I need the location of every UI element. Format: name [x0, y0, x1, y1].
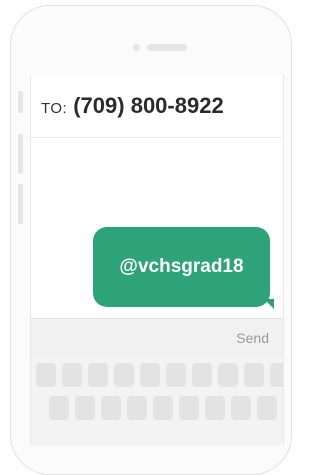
key[interactable] — [270, 363, 283, 387]
recipient-number[interactable]: (709) 800-8922 — [73, 93, 223, 119]
key[interactable] — [218, 363, 238, 387]
key[interactable] — [75, 396, 95, 420]
keyboard — [31, 356, 283, 445]
key[interactable] — [205, 396, 225, 420]
key[interactable] — [49, 396, 69, 420]
key[interactable] — [127, 396, 147, 420]
message-text: @vchsgrad18 — [119, 256, 244, 277]
key[interactable] — [36, 363, 56, 387]
key[interactable] — [179, 396, 199, 420]
key[interactable] — [140, 363, 160, 387]
key[interactable] — [257, 396, 277, 420]
bubble-tail — [264, 299, 274, 309]
volume-up-button — [18, 134, 23, 174]
key[interactable] — [192, 363, 212, 387]
recipient-bar[interactable]: TO: (709) 800-8922 — [31, 75, 283, 138]
keyboard-row-1 — [36, 363, 283, 387]
key[interactable] — [166, 363, 186, 387]
key[interactable] — [114, 363, 134, 387]
mute-switch — [18, 91, 23, 113]
to-label: TO: — [41, 99, 68, 117]
send-button[interactable]: Send — [236, 330, 269, 346]
message-screen: TO: (709) 800-8922 @vchsgrad18 Send — [30, 75, 284, 445]
key[interactable] — [153, 396, 173, 420]
compose-bar: Send — [31, 318, 283, 356]
speaker-grille — [147, 44, 187, 51]
key[interactable] — [101, 396, 121, 420]
message-bubble: @vchsgrad18 — [93, 227, 274, 309]
key[interactable] — [88, 363, 108, 387]
keyboard-row-2 — [49, 396, 277, 420]
key[interactable] — [231, 396, 251, 420]
volume-down-button — [18, 184, 23, 224]
key[interactable] — [244, 363, 264, 387]
key[interactable] — [62, 363, 82, 387]
camera-icon — [133, 44, 140, 51]
